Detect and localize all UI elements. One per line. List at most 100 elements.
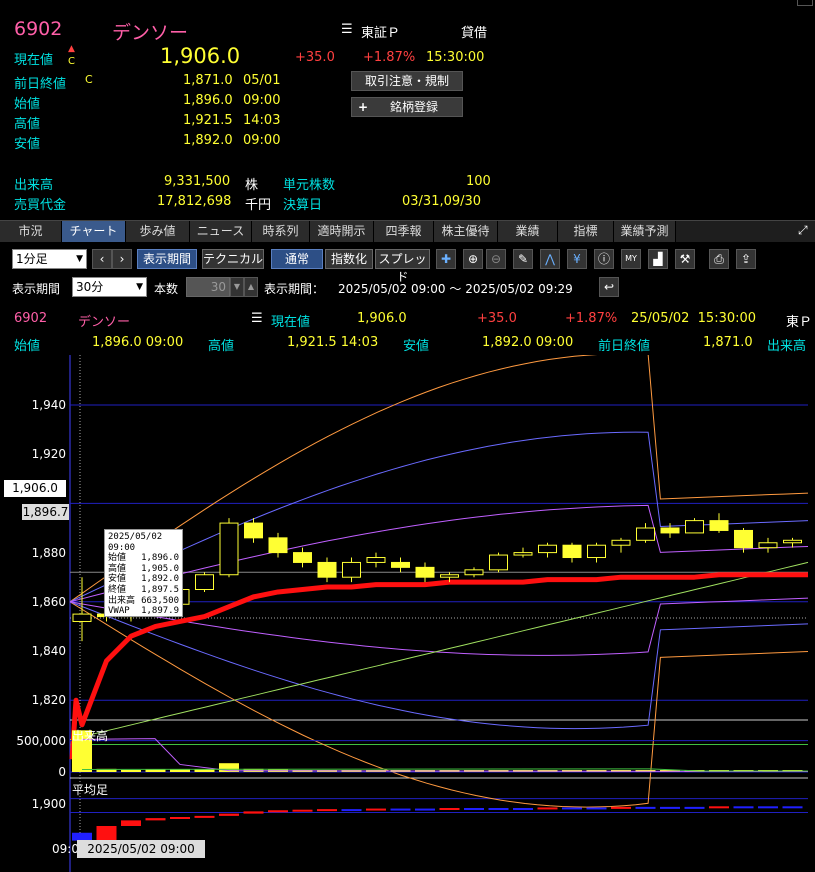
- tab-5[interactable]: 時系列: [252, 221, 310, 242]
- open-label: 始値: [14, 97, 41, 112]
- print-icon[interactable]: ⎙: [709, 249, 729, 269]
- tab-2[interactable]: チャート: [62, 221, 126, 242]
- chevron-down-icon: ▼: [136, 282, 143, 292]
- vol-tick-0: 0: [58, 765, 66, 779]
- candle-body: [366, 557, 386, 563]
- yen-icon[interactable]: ¥: [567, 249, 587, 269]
- period-value: 30分: [76, 280, 104, 294]
- tab-11[interactable]: 業績予測: [614, 221, 676, 242]
- heikin-ashi-bar: [562, 807, 582, 810]
- candle-body: [268, 537, 288, 554]
- prev-close-date: 05/01: [243, 73, 281, 88]
- tab-3[interactable]: 歩み値: [126, 221, 190, 242]
- price-time: 15:30:00: [426, 50, 485, 65]
- technical-button[interactable]: テクニカル: [202, 249, 264, 269]
- heikin-ashi-bar: [586, 807, 607, 810]
- next-arrow-icon[interactable]: ›: [112, 249, 132, 269]
- heikin-ashi-bar: [635, 806, 656, 809]
- zoom-out-icon[interactable]: ⊖: [486, 249, 506, 269]
- info-icon[interactable]: ⓘ: [594, 249, 614, 269]
- spread-button[interactable]: スプレッド: [375, 249, 430, 284]
- tab-9[interactable]: 業績: [498, 221, 558, 242]
- export-icon[interactable]: ⇪: [736, 249, 756, 269]
- info-volume-label: 出来高: [767, 339, 807, 354]
- candle-body: [587, 544, 606, 559]
- heikin-ashi-bar: [513, 808, 533, 810]
- trade-notice-button[interactable]: 取引注意・規制: [351, 71, 463, 91]
- heikin-ashi-bar: [194, 815, 215, 818]
- tooltip-key: 出来高: [108, 595, 136, 606]
- info-open-label: 始値: [14, 339, 41, 354]
- heikin-ashi-bar: [243, 811, 264, 814]
- count-label: 本数: [154, 282, 179, 296]
- unit-shares-value: 100: [466, 174, 491, 189]
- tab-1[interactable]: 市況: [0, 221, 62, 242]
- current-price: 1,906.0: [160, 44, 241, 68]
- count-down-icon[interactable]: ▼: [230, 277, 244, 297]
- tooltip-value: 1,897.9: [141, 606, 179, 617]
- crosshair-icon[interactable]: ✚: [436, 249, 456, 269]
- candle-body: [195, 574, 214, 591]
- reset-icon[interactable]: ↩: [599, 277, 619, 297]
- y-tick-1860: 1,860: [31, 595, 66, 609]
- info-doc-icon: ☰: [251, 311, 263, 326]
- period-select[interactable]: 30分 ▼: [72, 277, 147, 297]
- range-value: 2025/05/02 09:00 ～ 2025/05/02 09:29: [338, 282, 573, 296]
- normal-button[interactable]: 通常: [271, 249, 323, 269]
- tooltip-value: 1,897.5: [141, 584, 179, 595]
- zoom-in-icon[interactable]: ⊕: [463, 249, 483, 269]
- my-chart-icon[interactable]: MY: [621, 249, 641, 269]
- candle-body: [734, 529, 753, 549]
- tab-8[interactable]: 株主優待: [434, 221, 498, 242]
- tab-4[interactable]: ニュース: [190, 221, 252, 242]
- candle-body: [391, 561, 410, 568]
- expand-icon[interactable]: ⤢: [798, 223, 808, 238]
- info-current: 1,906.0: [357, 311, 407, 326]
- y-tick-1940: 1,940: [31, 398, 66, 412]
- pencil-icon[interactable]: ✎: [513, 249, 533, 269]
- info-high: 1,921.5 14:03: [287, 335, 379, 350]
- exchange-doc-icon[interactable]: ☰: [341, 22, 353, 37]
- count-up-icon[interactable]: ▲: [244, 277, 258, 297]
- area-chart-icon[interactable]: ▟: [648, 249, 668, 269]
- register-stock-button[interactable]: + 銘柄登録: [351, 97, 463, 117]
- heikin-ashi-bar: [488, 808, 509, 810]
- index-button[interactable]: 指数化: [325, 249, 373, 269]
- tooltip-value: 663,500: [141, 595, 179, 606]
- period-button[interactable]: 表示期間: [137, 249, 197, 269]
- candle-body: [660, 527, 680, 534]
- range-label: 表示期間：: [264, 282, 325, 296]
- candle-body: [758, 542, 778, 549]
- tooltip-datetime: 2025/05/02 09:00: [108, 532, 163, 553]
- trend-icon[interactable]: ⋀: [540, 249, 560, 269]
- tab-7[interactable]: 四季報: [374, 221, 434, 242]
- tab-10[interactable]: 指標: [558, 221, 614, 242]
- high-price: 1,921.5: [183, 113, 233, 128]
- vol-tick-500000: 500,000: [16, 734, 66, 748]
- candle-body: [72, 613, 92, 622]
- low-time: 09:00: [243, 133, 281, 148]
- ohlc-tooltip: 2025/05/02 09:00 始値 1,896.0 高値 1,905.0 安値 1,8…: [104, 529, 183, 617]
- candle-body: [342, 561, 361, 578]
- candle-body: [293, 552, 312, 563]
- current-label: 現在値: [14, 53, 54, 68]
- low-label: 安値: [14, 137, 41, 152]
- exchange: 東証Ｐ: [361, 26, 401, 41]
- prev-arrow-icon[interactable]: ‹: [92, 249, 112, 269]
- info-low-label: 安値: [403, 339, 430, 354]
- tab-6[interactable]: 適時開示: [310, 221, 374, 242]
- turnover-label: 売買代金: [14, 198, 67, 213]
- heikin-ashi-bar: [415, 808, 435, 811]
- wrench-icon[interactable]: ⚒: [675, 249, 695, 269]
- info-name: デンソー: [78, 315, 131, 330]
- tooltip-row: VWAP 1,897.9: [108, 606, 179, 617]
- interval-select[interactable]: 1分足 ▼: [12, 249, 87, 269]
- register-stock-label: 銘柄登録: [389, 100, 438, 114]
- count-input[interactable]: 30: [186, 277, 230, 297]
- sub-tick-1900: 1,900: [31, 797, 66, 811]
- heikin-ashi-bar: [611, 806, 631, 809]
- heikin-ashi-bar: [366, 808, 386, 811]
- candle-body: [489, 554, 508, 571]
- candle-body: [538, 544, 557, 554]
- lending-type: 貸借: [461, 26, 488, 41]
